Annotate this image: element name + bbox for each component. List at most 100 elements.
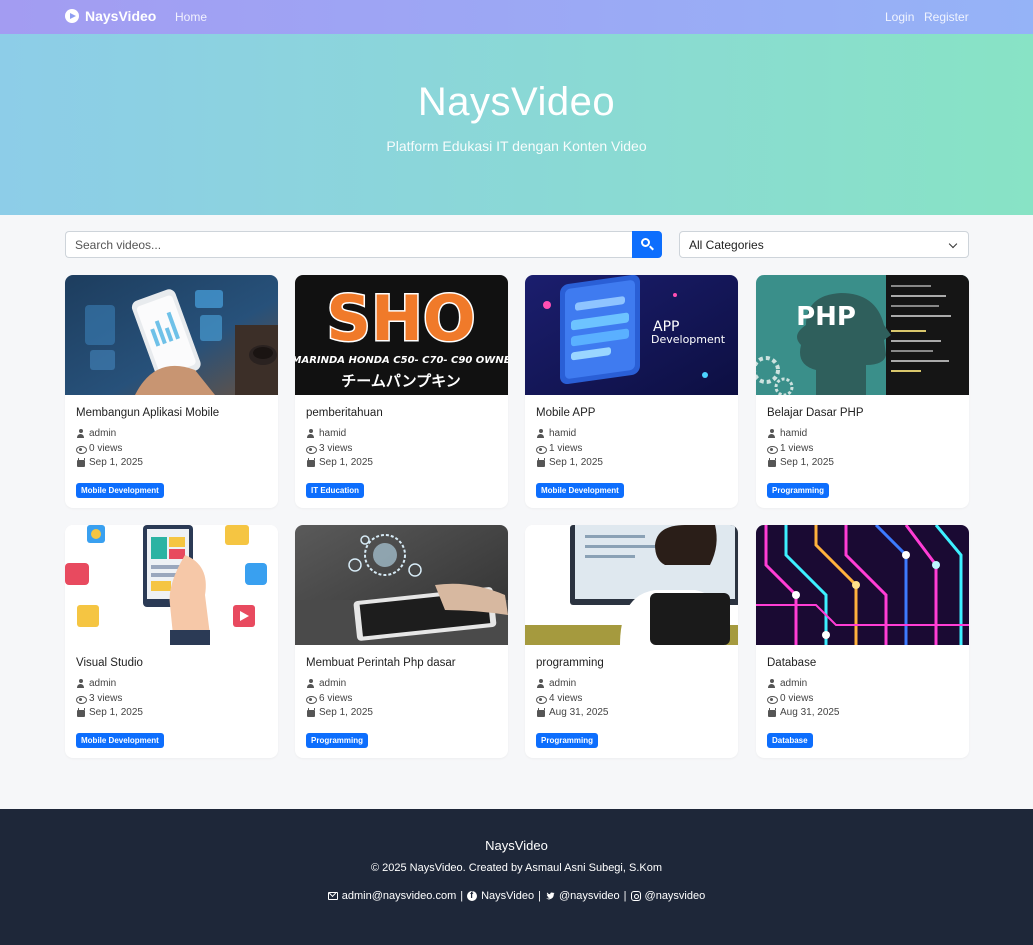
video-title[interactable]: pemberitahuan	[306, 407, 383, 419]
video-thumbnail[interactable]: SHO SAMARINDA HONDA C50- C70- C90 OWNERS…	[295, 275, 508, 395]
author-label: admin	[319, 678, 347, 689]
video-title[interactable]: Membuat Perintah Php dasar	[306, 657, 456, 669]
thumb-app-subtitle: Development	[651, 333, 726, 346]
calendar-icon	[767, 458, 776, 467]
thumb-sho-jp: チームパンプキン	[341, 372, 460, 390]
footer-instagram-link[interactable]: @naysvideo	[645, 890, 706, 902]
author-label: admin	[89, 428, 117, 439]
video-card[interactable]: SHO SAMARINDA HONDA C50- C70- C90 OWNERS…	[295, 275, 508, 508]
footer-facebook-link[interactable]: NaysVideo	[481, 890, 534, 902]
footer-email-link[interactable]: admin@naysvideo.com	[342, 890, 457, 902]
footer-separator: |	[460, 890, 464, 902]
views-label: 3 views	[319, 443, 353, 454]
author-label: admin	[549, 678, 577, 689]
video-views: 0 views	[767, 693, 813, 704]
footer-copyright: © 2025 NaysVideo. Created by Asmaul Asni…	[370, 862, 662, 874]
user-icon	[536, 679, 545, 688]
thumb-sho-text: SHO	[326, 282, 475, 355]
category-badge: Mobile Development	[536, 483, 624, 498]
video-title[interactable]: Belajar Dasar PHP	[767, 407, 864, 419]
brand-label: NaysVideo	[85, 8, 157, 24]
video-thumbnail[interactable]	[295, 525, 508, 645]
nav-home-link[interactable]: Home	[175, 10, 207, 24]
instagram-icon	[630, 891, 641, 901]
eye-icon	[767, 694, 778, 704]
video-author: hamid	[536, 428, 576, 439]
brand-link[interactable]: NaysVideo	[65, 8, 156, 24]
video-date: Aug 31, 2025	[767, 707, 840, 718]
video-author: admin	[767, 678, 807, 689]
video-date: Sep 1, 2025	[306, 457, 373, 468]
hero-banner: NaysVideo Platform Edukasi IT dengan Kon…	[0, 34, 1033, 215]
video-views: 4 views	[536, 693, 582, 704]
video-title[interactable]: Database	[767, 657, 816, 669]
video-thumbnail[interactable]	[65, 525, 278, 645]
video-card[interactable]: Membuat Perintah Php dasar admin 6 views…	[295, 525, 508, 758]
video-date: Aug 31, 2025	[536, 707, 609, 718]
facebook-icon	[467, 890, 478, 901]
hero-title: NaysVideo	[417, 80, 616, 124]
envelope-icon	[327, 892, 338, 900]
calendar-icon	[76, 458, 85, 467]
video-card[interactable]: PHP Belajar Dasar PHP hamid 1 views Sep …	[756, 275, 969, 508]
views-label: 6 views	[319, 693, 353, 704]
navbar: NaysVideo Home Login Register	[0, 0, 1033, 34]
video-card[interactable]: Membangun Aplikasi Mobile admin 0 views …	[65, 275, 278, 508]
eye-icon	[536, 694, 547, 704]
date-label: Sep 1, 2025	[780, 457, 834, 468]
thumb-sho-subtitle: SAMARINDA HONDA C50- C70- C90 OWNERS	[295, 355, 508, 366]
calendar-icon	[76, 708, 85, 717]
calendar-icon	[536, 458, 545, 467]
search-button[interactable]	[632, 231, 662, 258]
user-icon	[306, 429, 315, 438]
video-date: Sep 1, 2025	[306, 707, 373, 718]
eye-icon	[76, 444, 87, 454]
category-badge: Mobile Development	[76, 733, 164, 748]
video-author: hamid	[306, 428, 346, 439]
video-title[interactable]: Mobile APP	[536, 407, 595, 419]
video-title[interactable]: Visual Studio	[76, 657, 143, 669]
video-thumbnail[interactable]: PHP	[756, 275, 969, 395]
user-icon	[76, 429, 85, 438]
video-thumbnail[interactable]	[756, 525, 969, 645]
search-input[interactable]	[65, 231, 632, 258]
views-label: 1 views	[549, 443, 583, 454]
video-title[interactable]: Membangun Aplikasi Mobile	[76, 407, 219, 419]
category-badge: Programming	[536, 733, 599, 748]
category-select-value: All Categories	[689, 237, 764, 252]
video-card[interactable]: programming admin 4 views Aug 31, 2025 P…	[525, 525, 738, 758]
eye-icon	[306, 444, 317, 454]
author-label: admin	[780, 678, 808, 689]
video-author: admin	[536, 678, 576, 689]
video-author: hamid	[767, 428, 807, 439]
user-icon	[306, 679, 315, 688]
video-card[interactable]: APP Development Mobile APP hamid 1 views…	[525, 275, 738, 508]
video-views: 1 views	[767, 443, 813, 454]
video-views: 3 views	[76, 693, 122, 704]
category-badge: Mobile Development	[76, 483, 164, 498]
chevron-down-icon	[948, 239, 958, 249]
user-icon	[767, 429, 776, 438]
video-author: admin	[76, 428, 116, 439]
video-thumbnail[interactable]	[65, 275, 278, 395]
eye-icon	[306, 694, 317, 704]
video-thumbnail[interactable]	[525, 525, 738, 645]
date-label: Sep 1, 2025	[319, 707, 373, 718]
footer-twitter-link[interactable]: @naysvideo	[559, 890, 620, 902]
calendar-icon	[536, 708, 545, 717]
video-date: Sep 1, 2025	[767, 457, 834, 468]
date-label: Sep 1, 2025	[89, 707, 143, 718]
calendar-icon	[767, 708, 776, 717]
video-card[interactable]: Visual Studio admin 3 views Sep 1, 2025 …	[65, 525, 278, 758]
date-label: Sep 1, 2025	[89, 457, 143, 468]
category-badge: Programming	[767, 483, 830, 498]
category-select[interactable]: All Categories	[679, 231, 969, 258]
video-title[interactable]: programming	[536, 657, 604, 669]
nav-register-link[interactable]: Register	[924, 10, 969, 24]
nav-login-link[interactable]: Login	[885, 10, 914, 24]
video-card[interactable]: Database admin 0 views Aug 31, 2025 Data…	[756, 525, 969, 758]
author-label: hamid	[780, 428, 808, 439]
eye-icon	[536, 444, 547, 454]
search-bar	[65, 231, 662, 258]
video-thumbnail[interactable]: APP Development	[525, 275, 738, 395]
